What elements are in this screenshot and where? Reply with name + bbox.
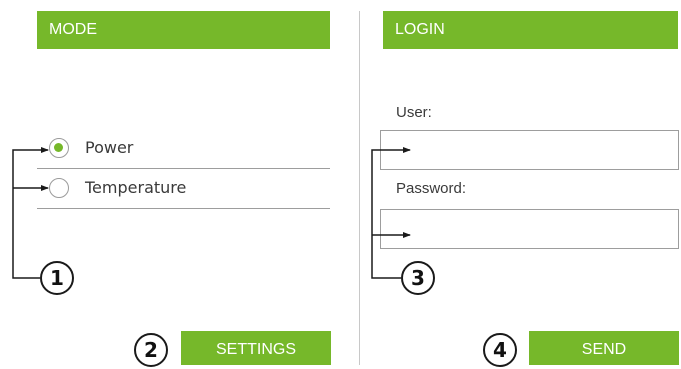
callout-3: 3 bbox=[401, 261, 435, 295]
password-label: Password: bbox=[396, 180, 467, 197]
panel-divider bbox=[359, 11, 360, 365]
callout-1: 1 bbox=[40, 261, 74, 295]
mode-title: MODE bbox=[49, 21, 97, 38]
radio-unchecked-icon[interactable] bbox=[49, 178, 69, 198]
login-header: LOGIN bbox=[383, 11, 678, 49]
mode-option-label: Temperature bbox=[85, 178, 187, 197]
mode-option-power[interactable]: Power bbox=[37, 131, 330, 169]
leader-1-power bbox=[12, 147, 49, 279]
mode-header: MODE bbox=[37, 11, 330, 49]
password-input[interactable] bbox=[380, 209, 679, 249]
send-button[interactable]: SEND bbox=[529, 331, 679, 365]
mode-option-temperature[interactable]: Temperature bbox=[37, 171, 330, 209]
callout-2: 2 bbox=[134, 333, 168, 367]
user-input[interactable] bbox=[380, 130, 679, 170]
mode-option-label: Power bbox=[85, 138, 134, 157]
login-title: LOGIN bbox=[395, 21, 445, 38]
callout-4: 4 bbox=[483, 333, 517, 367]
settings-button[interactable]: SETTINGS bbox=[181, 331, 331, 365]
radio-checked-icon[interactable] bbox=[49, 138, 69, 158]
user-label: User: bbox=[396, 104, 432, 121]
